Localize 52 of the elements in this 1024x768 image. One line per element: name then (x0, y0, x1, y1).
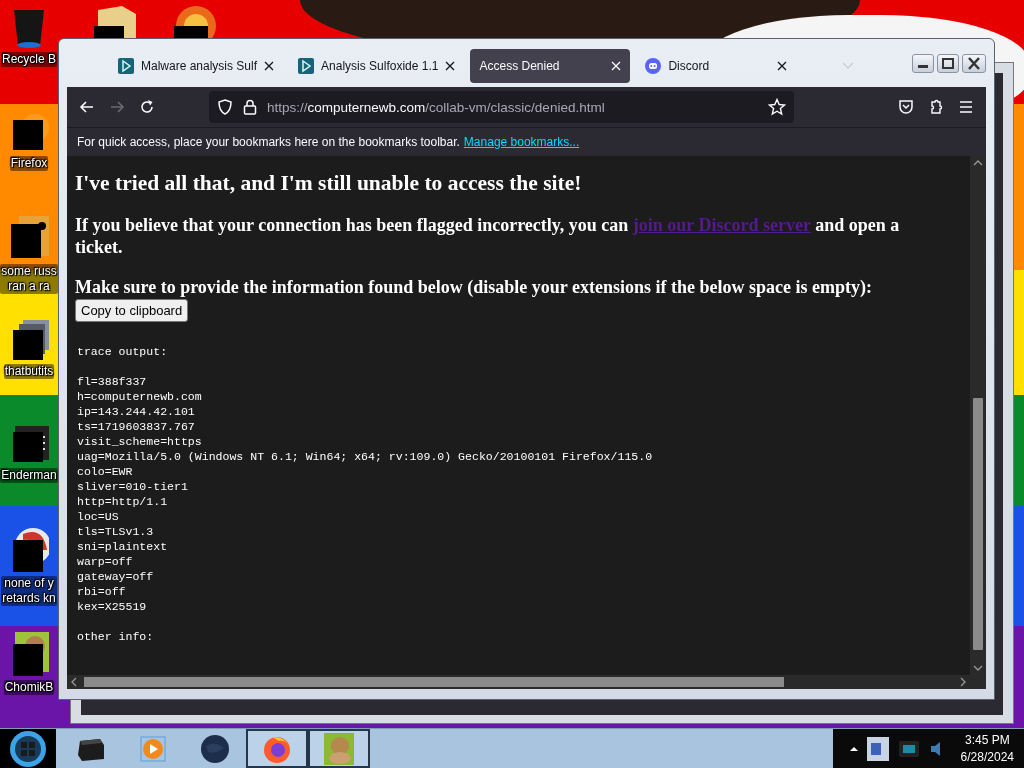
paragraph: If you believe that your connection has been flagged incorrectly, you can join our Discord server and open a ticket. (75, 214, 901, 258)
icon-label[interactable]: Firefox (9, 156, 49, 171)
browser-tab[interactable]: Access Denied (470, 49, 631, 83)
scroll-down-icon[interactable] (973, 665, 983, 671)
close-icon[interactable] (962, 54, 986, 73)
puzzle-icon[interactable] (928, 99, 944, 115)
scroll-right-icon[interactable] (960, 677, 966, 687)
icon-label[interactable]: thatbutits (3, 364, 55, 379)
discord-icon (645, 58, 662, 74)
play-icon (298, 58, 315, 74)
close-icon[interactable] (264, 61, 275, 71)
trace-output: trace output: (77, 344, 169, 359)
page-heading: I've tried all that, and I'm still unable to access the site! (75, 170, 583, 196)
network-icon[interactable] (864, 734, 891, 763)
minimize-icon[interactable] (912, 54, 934, 73)
globe-icon[interactable] (200, 733, 230, 764)
shield-icon (217, 99, 233, 115)
star-icon[interactable] (768, 98, 786, 116)
icon-label[interactable]: ChomikB (3, 680, 55, 695)
chevron-up-icon[interactable] (848, 745, 859, 752)
lock-icon (243, 99, 257, 115)
scrollbar-thumb[interactable] (973, 398, 983, 650)
back-icon[interactable] (79, 99, 95, 115)
icon-label[interactable]: Recycle B (1, 52, 57, 67)
start-icon[interactable] (9, 729, 47, 768)
manage-bookmarks-link[interactable]: Manage bookmarks... (463, 135, 580, 149)
taskbar-button[interactable] (308, 729, 370, 768)
close-icon[interactable] (777, 61, 788, 71)
browser-tab[interactable]: Discord (636, 49, 797, 83)
copy-button[interactable]: Copy to clipboard (75, 299, 189, 322)
pocket-icon[interactable] (898, 99, 914, 115)
maximize-icon[interactable] (937, 54, 959, 73)
play-icon (118, 58, 134, 74)
icon-label[interactable]: some russ ran a ra (0, 264, 58, 294)
icon-label[interactable]: none of y retards kn (1, 576, 57, 606)
menu-icon[interactable] (958, 99, 974, 115)
vertical-scrollbar[interactable] (970, 156, 986, 675)
scroll-left-icon[interactable] (71, 677, 77, 687)
close-icon[interactable] (445, 61, 456, 71)
bookmarks-hint: For quick access, place your bookmarks here on the bookmarks toolbar. (77, 135, 460, 149)
taskbar-button[interactable] (246, 729, 308, 768)
instruction-text: Make sure to provide the information found below (disable your extensions if the below space is empty): (75, 276, 873, 298)
scroll-up-icon[interactable] (973, 160, 983, 166)
scrollbar-thumb[interactable] (84, 677, 784, 687)
browser-tab[interactable]: Malware analysis Sulf (109, 49, 284, 83)
browser-tab[interactable]: Analysis Sulfoxide 1.1 (289, 49, 465, 83)
icon-label[interactable]: Enderman (0, 468, 58, 483)
url-field[interactable]: https://computernewb.com/collab-vm/classic/denied.html (209, 91, 794, 123)
trace-output: other info: (77, 629, 155, 644)
horizontal-scrollbar[interactable] (67, 675, 970, 689)
reload-icon[interactable] (139, 99, 155, 115)
trace-output: fl=388f337 h=computernewb.com ip=143.244.42.101 ts=1719603837.767 visit_scheme=https uag=Mozilla/5.0 (Windows NT 6.1; Win64; x64; rv:109.0) Gecko/20100101 Firefox/115.0 colo=EWR sliver=010-tier1 http=http/1.1 loc=US tls=TLSv1.3 sni=plaintext warp=off gateway=off rbi=off kex=X25519 (77, 374, 654, 614)
